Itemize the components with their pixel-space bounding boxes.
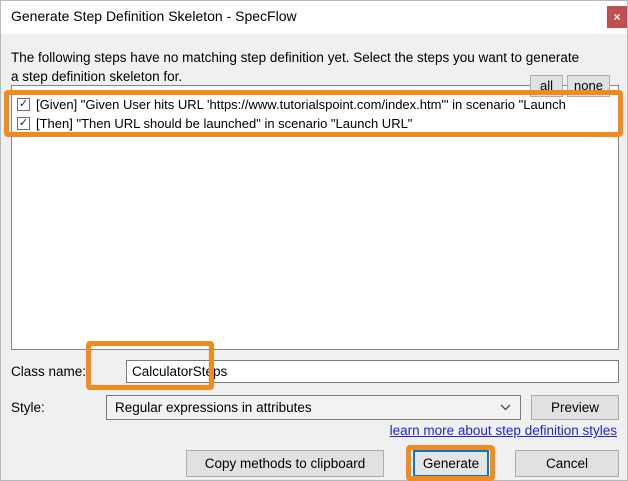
preview-button[interactable]: Preview (531, 395, 619, 420)
instruction-text: The following steps have no matching ste… (11, 48, 596, 86)
list-item[interactable]: ✓ [Then] "Then URL should be launched" i… (12, 114, 618, 133)
learn-more-link[interactable]: learn more about step definition styles (390, 423, 617, 438)
dialog-generate-step-definition: Generate Step Definition Skeleton - Spec… (0, 0, 628, 481)
step-label: [Then] "Then URL should be launched" in … (36, 116, 412, 131)
close-button[interactable]: × (607, 6, 627, 28)
chevron-down-icon (500, 404, 511, 411)
generate-button[interactable]: Generate (413, 450, 489, 477)
check-icon: ✓ (19, 98, 28, 110)
step-checkbox[interactable]: ✓ (17, 98, 30, 111)
cancel-button[interactable]: Cancel (515, 450, 619, 477)
select-none-button[interactable]: none (567, 75, 610, 97)
page-title: Generate Step Definition Skeleton - Spec… (11, 1, 297, 34)
list-item[interactable]: ✓ [Given] "Given User hits URL 'https://… (12, 95, 618, 114)
step-label: [Given] "Given User hits URL 'https://ww… (36, 97, 566, 112)
style-dropdown[interactable]: Regular expressions in attributes (106, 395, 521, 420)
instruction-line-2: a step definition skeleton for. (11, 67, 596, 86)
class-name-label: Class name: (11, 364, 86, 379)
close-icon: × (613, 10, 620, 24)
instruction-line-1: The following steps have no matching ste… (11, 48, 596, 67)
steps-listbox[interactable]: ✓ [Given] "Given User hits URL 'https://… (11, 85, 619, 350)
copy-methods-button[interactable]: Copy methods to clipboard (186, 450, 384, 477)
step-checkbox[interactable]: ✓ (17, 117, 30, 130)
class-name-input[interactable] (126, 360, 619, 383)
select-all-button[interactable]: all (530, 75, 563, 97)
title-bar: Generate Step Definition Skeleton - Spec… (1, 1, 627, 34)
check-icon: ✓ (19, 117, 28, 129)
style-dropdown-value: Regular expressions in attributes (115, 400, 312, 415)
style-label: Style: (11, 400, 45, 415)
